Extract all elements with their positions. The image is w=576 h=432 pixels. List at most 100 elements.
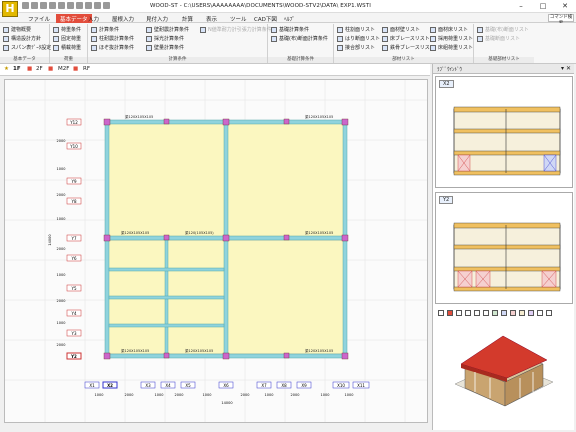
- preview-icon[interactable]: [58, 2, 65, 9]
- maximize-button[interactable]: □: [532, 0, 554, 12]
- column-seismic-button[interactable]: 柱耐震計算条件: [91, 35, 134, 42]
- tab-floor-rf[interactable]: RF: [83, 66, 90, 72]
- lighting-calc-button[interactable]: 採光計算条件: [146, 35, 184, 42]
- panel-wall-list-button[interactable]: 面材壁リスト: [382, 26, 420, 33]
- command-search-input[interactable]: コマンド検索: [548, 14, 574, 26]
- column-list-button[interactable]: 柱割面リスト: [337, 26, 375, 33]
- column[interactable]: [103, 234, 111, 242]
- axis-x8[interactable]: X8: [276, 381, 292, 389]
- n-value-button[interactable]: N値準耐力計引張力計算条件: [200, 26, 272, 33]
- wall-seismic-button[interactable]: 壁耐震計算条件: [146, 26, 189, 33]
- axis-y2[interactable]: Y2: [66, 352, 82, 360]
- wall-partition[interactable]: [108, 323, 225, 328]
- tab-floor-m2f[interactable]: M2F: [58, 66, 69, 72]
- frame-x2-view[interactable]: X2: [435, 76, 573, 188]
- axis-y9[interactable]: Y9: [66, 177, 82, 185]
- beam-list-button[interactable]: はり断面リスト: [337, 35, 380, 42]
- room-1[interactable]: [106, 122, 226, 238]
- panel-close-button[interactable]: ▾ ✕: [561, 65, 571, 72]
- floor-load-list-button[interactable]: 床組荷重リスト: [430, 44, 473, 51]
- foundation-section-list-button[interactable]: 基礎断面リスト: [477, 35, 520, 42]
- foundation-calc-button[interactable]: 基礎計算条件: [271, 26, 309, 33]
- calc-icon[interactable]: [67, 2, 74, 9]
- axis-x4[interactable]: X4: [160, 381, 176, 389]
- axis-x6[interactable]: X6: [218, 381, 234, 389]
- column[interactable]: [283, 352, 290, 359]
- wall-amount-button[interactable]: 壁量計算条件: [146, 44, 184, 51]
- close-button[interactable]: ✕: [554, 0, 576, 12]
- color-icon[interactable]: [510, 310, 516, 316]
- room-4[interactable]: [226, 239, 346, 355]
- axis-x1[interactable]: X1: [84, 381, 100, 389]
- save-icon[interactable]: [40, 2, 47, 9]
- axis-x5[interactable]: X5: [180, 381, 196, 389]
- minimize-button[interactable]: –: [510, 0, 532, 12]
- column[interactable]: [163, 352, 170, 359]
- redo-icon[interactable]: [94, 2, 101, 9]
- layer-icon[interactable]: [474, 310, 480, 316]
- open-file-icon[interactable]: [31, 2, 38, 9]
- column[interactable]: [163, 234, 170, 241]
- view-toggle-icon[interactable]: [483, 310, 489, 316]
- axis-y8[interactable]: Y8: [66, 197, 82, 205]
- wall-partition[interactable]: [108, 267, 225, 272]
- column[interactable]: [163, 118, 170, 125]
- tab-floor-2f[interactable]: 2F: [36, 66, 43, 72]
- column[interactable]: [341, 118, 349, 126]
- axis-x11[interactable]: X11: [352, 381, 370, 389]
- floor-brace-list-button[interactable]: 床ブレースリスト: [382, 35, 430, 42]
- view-settings-icon[interactable]: [438, 310, 444, 316]
- house-icon[interactable]: [447, 310, 453, 316]
- load-condition-button[interactable]: 荷重条件: [53, 26, 81, 33]
- help-icon[interactable]: [537, 310, 543, 316]
- zoom-icon[interactable]: [76, 2, 83, 9]
- column[interactable]: [103, 118, 111, 126]
- axis-x2[interactable]: X2: [102, 381, 118, 389]
- panel-floor-list-button[interactable]: 面材床リスト: [430, 26, 468, 33]
- color-icon[interactable]: [519, 310, 525, 316]
- info-icon[interactable]: [546, 310, 552, 316]
- building-outline-button[interactable]: 建物概要: [3, 26, 31, 33]
- forward-icon[interactable]: [465, 310, 471, 316]
- fixed-load-button[interactable]: 固定荷重: [53, 35, 81, 42]
- column[interactable]: [283, 234, 290, 241]
- span-table-button[interactable]: スパン表ﾃﾞｰﾀ設定: [3, 44, 51, 51]
- column[interactable]: [222, 234, 230, 242]
- axis-y5[interactable]: Y5: [66, 284, 82, 292]
- print-icon[interactable]: [49, 2, 56, 9]
- steel-brace-list-button[interactable]: 鉄骨ブレースリスト: [382, 44, 435, 51]
- live-load-button[interactable]: 積載荷重: [53, 44, 81, 51]
- axis-x3[interactable]: X3: [140, 381, 156, 389]
- tab-floor-1f[interactable]: 1F: [13, 66, 21, 72]
- plan-canvas[interactable]: 梁120X105X105 梁120X105X105 梁120X105X105 梁…: [4, 79, 428, 423]
- foundation-section-button[interactable]: 基礎(布)断面計算条件: [271, 35, 328, 42]
- dropdown-icon[interactable]: [103, 2, 110, 9]
- wall-partition[interactable]: [108, 295, 225, 300]
- axis-y10[interactable]: Y10: [66, 142, 82, 150]
- axis-y7[interactable]: Y7: [66, 234, 82, 242]
- 3d-view[interactable]: [435, 322, 573, 426]
- calc-condition-button[interactable]: 計算条件: [91, 26, 119, 33]
- color-icon[interactable]: [492, 310, 498, 316]
- axis-y12[interactable]: Y12: [66, 118, 82, 126]
- arrow-icon[interactable]: [456, 310, 462, 316]
- color-icon[interactable]: [501, 310, 507, 316]
- axis-x10[interactable]: X10: [332, 381, 350, 389]
- axis-y6[interactable]: Y6: [66, 254, 82, 262]
- new-file-icon[interactable]: [22, 2, 29, 9]
- structure-policy-button[interactable]: 構造設計方針: [3, 35, 41, 42]
- adopted-load-list-button[interactable]: 採用荷重リスト: [430, 35, 473, 42]
- tenon-calc-button[interactable]: ほぞ抜計算条件: [91, 44, 134, 51]
- column[interactable]: [341, 352, 349, 360]
- axis-x9[interactable]: X9: [296, 381, 312, 389]
- frame-y2-view[interactable]: Y2: [435, 192, 573, 304]
- column[interactable]: [341, 234, 349, 242]
- column[interactable]: [103, 352, 111, 360]
- axis-x7[interactable]: X7: [256, 381, 272, 389]
- color-icon[interactable]: [528, 310, 534, 316]
- column[interactable]: [283, 118, 290, 125]
- room-2[interactable]: [226, 122, 346, 238]
- undo-icon[interactable]: [85, 2, 92, 9]
- joint-list-button[interactable]: 接合部リスト: [337, 44, 375, 51]
- axis-y3[interactable]: Y3: [66, 329, 82, 337]
